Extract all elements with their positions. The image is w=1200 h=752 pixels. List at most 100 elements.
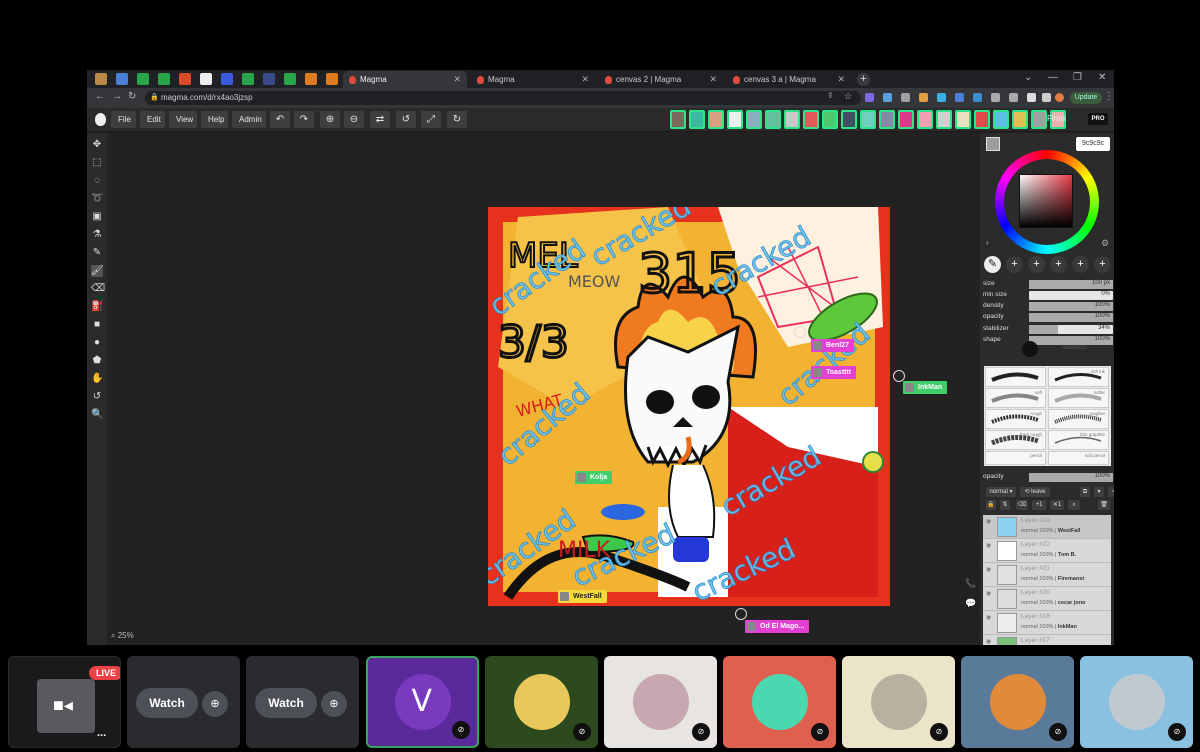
- online-user-avatar[interactable]: [898, 110, 914, 129]
- add-brush-preset-icon[interactable]: +: [1028, 256, 1045, 273]
- pinned-tab-red-icon[interactable]: [179, 73, 191, 85]
- participant-tile[interactable]: ⊘: [961, 656, 1074, 748]
- magma-logo-icon[interactable]: [95, 113, 106, 126]
- fullscreen-icon[interactable]: ⤢: [421, 111, 441, 128]
- online-user-avatar[interactable]: [689, 110, 705, 129]
- menu-kebab-icon[interactable]: ⋮: [1104, 91, 1114, 102]
- online-user-avatar[interactable]: [670, 110, 686, 129]
- online-user-avatar[interactable]: [936, 110, 952, 129]
- brush-preset-active[interactable]: ✎: [984, 256, 1001, 273]
- transform-icon[interactable]: ▣: [91, 211, 103, 223]
- pinned-tab-sheets2-icon[interactable]: [158, 73, 170, 85]
- rect-select-icon[interactable]: ⬚: [91, 157, 103, 169]
- brush-cell[interactable]: thin graphite: [1048, 430, 1109, 450]
- stream-tile-2[interactable]: Watch ⊕: [246, 656, 359, 748]
- brush-prop-slider[interactable]: 34%: [1029, 325, 1113, 334]
- close-tab-icon[interactable]: ✕: [581, 74, 589, 85]
- online-user-avatar[interactable]: [1031, 110, 1047, 129]
- primary-color-swatch[interactable]: [986, 137, 1000, 151]
- brush-prop-slider[interactable]: 100%: [1029, 313, 1113, 322]
- menu-view[interactable]: View: [169, 111, 197, 128]
- tab-cenvas-3a[interactable]: cenvas 3 a | Magma ✕: [727, 71, 851, 88]
- close-window-icon[interactable]: ✕: [1098, 72, 1106, 83]
- brush-prop-opacity[interactable]: opacity 100%: [983, 312, 1113, 323]
- participant-tile[interactable]: ⊘: [723, 656, 836, 748]
- zoom-tool-icon[interactable]: 🔍: [91, 409, 103, 421]
- clear-layer-icon[interactable]: ⌫: [1016, 500, 1028, 510]
- brush-cell[interactable]: rough: [985, 409, 1046, 429]
- close-tab-icon[interactable]: ✕: [837, 74, 845, 85]
- paint-bucket-icon[interactable]: ⛽: [91, 301, 103, 313]
- brush-cell[interactable]: soft ink: [1048, 367, 1109, 387]
- pinned-tab-blue-icon[interactable]: [221, 73, 233, 85]
- brush-prop-slider[interactable]: 0%: [1029, 291, 1113, 300]
- reload-icon[interactable]: ↻: [128, 91, 136, 102]
- pinned-tab-navy-icon[interactable]: [263, 73, 275, 85]
- online-user-avatar[interactable]: [727, 110, 743, 129]
- profile-avatar-icon[interactable]: [1055, 93, 1064, 102]
- watch-options-icon[interactable]: ⊕: [321, 691, 347, 717]
- online-user-avatar[interactable]: [917, 110, 933, 129]
- layer-visibility-icon[interactable]: ◉: [986, 638, 991, 645]
- layer-search-icon[interactable]: ⌕: [1068, 500, 1080, 510]
- tab-magma-active[interactable]: Magma ✕: [343, 71, 467, 88]
- extension-icon[interactable]: [901, 93, 910, 102]
- close-tab-icon[interactable]: ✕: [453, 74, 461, 85]
- bookmark-star-icon[interactable]: ☆: [844, 91, 852, 102]
- rotate-right-icon[interactable]: ↻: [447, 111, 467, 128]
- new-tab-button[interactable]: +: [857, 73, 870, 86]
- brush-prop-slider[interactable]: 100%: [1029, 336, 1113, 345]
- online-user-avatar[interactable]: [746, 110, 762, 129]
- online-user-avatar[interactable]: [841, 110, 857, 129]
- participant-tile[interactable]: ⊘: [604, 656, 717, 748]
- watch-stream-button[interactable]: Watch: [136, 688, 198, 718]
- saturation-value-square[interactable]: [1019, 174, 1073, 228]
- layer-row[interactable]: ◉ Layer #22 normal 100% | Tom B.: [983, 539, 1111, 563]
- brush-icon[interactable]: 🖌: [91, 265, 104, 277]
- leave-button[interactable]: ⟲ leave: [1020, 487, 1050, 497]
- brush-prop-min-size[interactable]: min size 0%: [983, 290, 1113, 301]
- add-brush-preset-icon[interactable]: +: [1050, 256, 1067, 273]
- brush-prop-slider[interactable]: 100 px: [1029, 280, 1113, 289]
- maximize-icon[interactable]: ❐: [1073, 72, 1082, 83]
- pinned-tab-orange-icon[interactable]: [305, 73, 317, 85]
- pinned-tab-white-icon[interactable]: [200, 73, 212, 85]
- online-user-avatar[interactable]: [879, 110, 895, 129]
- brush-cell[interactable]: soft pencil: [1048, 451, 1109, 465]
- brush-cell[interactable]: pencil: [985, 451, 1046, 465]
- layer-visibility-icon[interactable]: ◉: [986, 566, 991, 573]
- back-icon[interactable]: ←: [95, 91, 105, 102]
- new-file-icon[interactable]: ▫: [1108, 487, 1114, 497]
- online-user-avatar[interactable]: [860, 110, 876, 129]
- menu-admin[interactable]: Admin: [232, 111, 266, 128]
- brush-prop-density[interactable]: density 100%: [983, 301, 1113, 312]
- redo-icon[interactable]: ↷: [294, 111, 314, 128]
- participant-tile-speaking[interactable]: V ⊘: [366, 656, 479, 748]
- layer-row[interactable]: ◉ Layer #17: [983, 635, 1111, 645]
- online-user-avatar[interactable]: [955, 110, 971, 129]
- voice-call-icon[interactable]: 📞: [965, 578, 976, 589]
- online-user-avatar[interactable]: [993, 110, 1009, 129]
- pinned-tab-docs-icon[interactable]: [116, 73, 128, 85]
- brush-cell[interactable]: thick rough: [985, 430, 1046, 450]
- circle-icon[interactable]: ●: [91, 337, 103, 349]
- extension-icon[interactable]: [991, 93, 1000, 102]
- online-user-avatar[interactable]: [784, 110, 800, 129]
- blend-mode-select[interactable]: normal ▾: [986, 487, 1016, 497]
- update-button[interactable]: Update: [1070, 92, 1102, 104]
- settings-gear-icon[interactable]: ⚙: [1101, 238, 1109, 249]
- rotate-left-icon[interactable]: ↺: [396, 111, 416, 128]
- layer-opacity-slider[interactable]: 100%: [1029, 473, 1113, 482]
- extension-icon[interactable]: [1009, 93, 1018, 102]
- pinned-tab-green-icon[interactable]: [242, 73, 254, 85]
- add-brush-preset-icon[interactable]: +: [1006, 256, 1023, 273]
- menu-edit[interactable]: Edit: [140, 111, 165, 128]
- hand-icon[interactable]: ✋: [91, 373, 103, 385]
- layer-opacity-row[interactable]: opacity 100%: [983, 472, 1113, 483]
- share-icon[interactable]: ⇪: [827, 91, 834, 100]
- brush-cell[interactable]: [985, 367, 1046, 387]
- extension-icon[interactable]: [973, 93, 982, 102]
- online-user-avatar[interactable]: [1012, 110, 1028, 129]
- chat-icon[interactable]: 💬: [965, 598, 976, 609]
- tab-magma[interactable]: Magma ✕: [471, 71, 595, 88]
